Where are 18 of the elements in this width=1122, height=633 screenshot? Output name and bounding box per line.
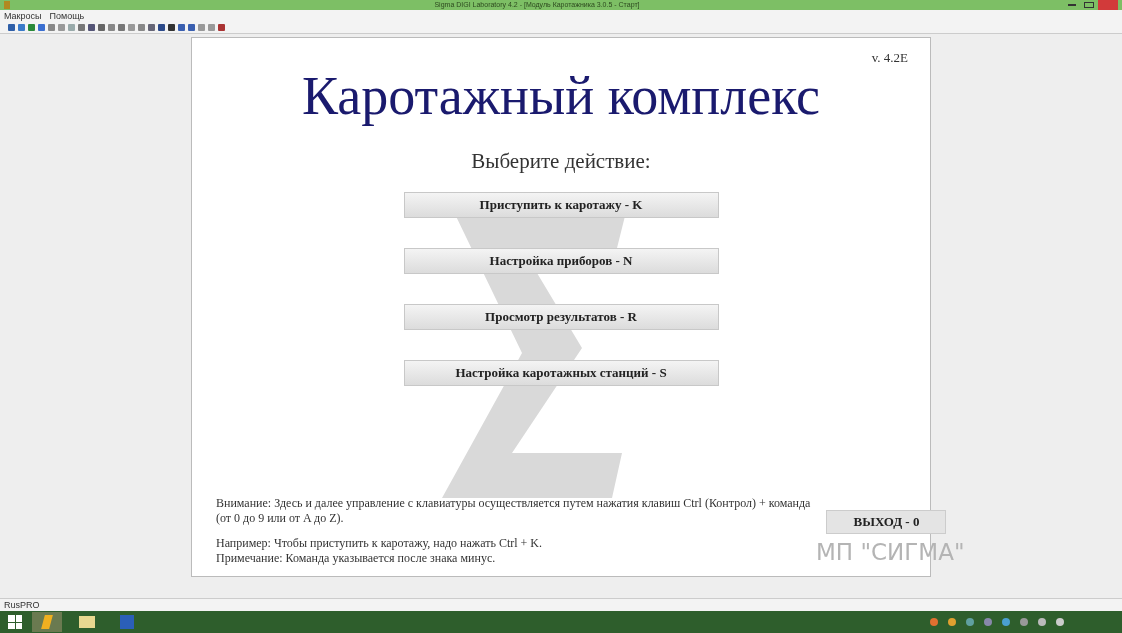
maximize-button[interactable] bbox=[1084, 2, 1094, 8]
prompt-text: Выберите действие: bbox=[471, 148, 651, 175]
action-button[interactable]: Настройка приборов - N bbox=[403, 247, 719, 274]
note-text: Внимание: Здесь и далее управление с клавиатуры осуществляется путем нажатия клавиш Ctrl (Контрол) + команда (от 0 до 9 или от A до Z). bbox=[216, 496, 812, 526]
note-text: Примечание: Команда указывается после знака минус. bbox=[216, 551, 497, 566]
status-text: RusPRO bbox=[4, 599, 40, 611]
note-text: Например: Чтобы приступить к каротажу, надо нажать Ctrl + K. bbox=[216, 536, 543, 551]
version-label: v. 4.2E bbox=[871, 49, 908, 67]
menu-item[interactable]: Помощь bbox=[49, 10, 85, 22]
app-heading: Каротажный комплекс bbox=[302, 66, 820, 126]
app-icon bbox=[4, 1, 10, 9]
minimize-button[interactable] bbox=[1068, 4, 1076, 6]
menu-item[interactable]: Макросы bbox=[4, 10, 42, 22]
exit-button[interactable]: ВЫХОД - 0 bbox=[826, 510, 947, 534]
start-icon[interactable] bbox=[8, 615, 22, 629]
action-button[interactable]: Приступить к каротажу - K bbox=[403, 191, 719, 218]
action-button[interactable]: Просмотр результатов - R bbox=[403, 303, 719, 330]
action-button[interactable]: Настройка каротажных станций - S bbox=[403, 359, 719, 386]
